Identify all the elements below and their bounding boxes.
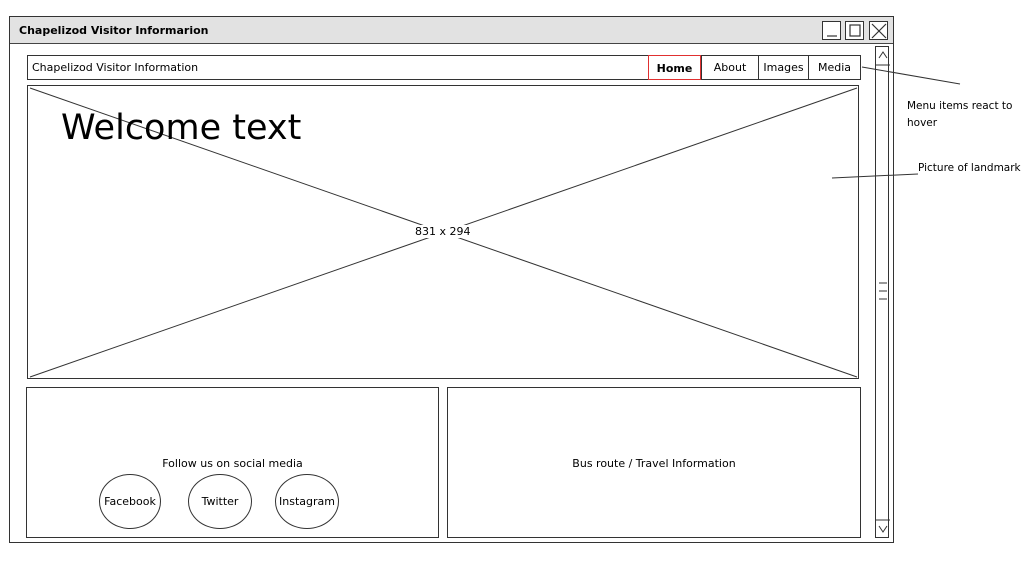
picture-note: Picture of landmark — [918, 162, 1021, 174]
annotation-leader-lines — [831, 66, 961, 179]
menu-hover-note: Menu items react to hover — [907, 100, 1013, 129]
